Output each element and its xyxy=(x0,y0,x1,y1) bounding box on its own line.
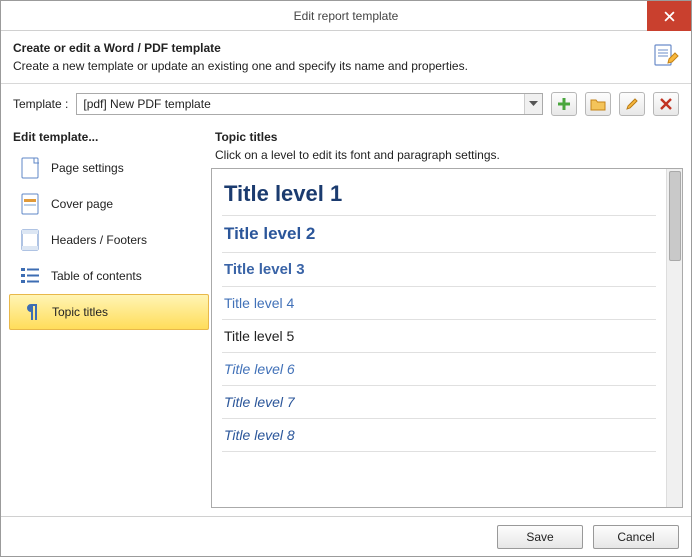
sidebar-item-label: Page settings xyxy=(51,161,124,175)
sidebar: Edit template... Page settings Cover pag… xyxy=(9,130,209,508)
close-icon xyxy=(664,11,675,22)
template-combobox[interactable]: [pdf] New PDF template xyxy=(76,93,543,115)
save-button[interactable]: Save xyxy=(497,525,583,549)
template-row: Template : [pdf] New PDF template xyxy=(1,84,691,130)
cover-page-icon xyxy=(19,193,41,215)
toc-icon xyxy=(19,266,41,286)
edit-template-icon xyxy=(651,41,679,69)
title-level-5[interactable]: Title level 5 xyxy=(222,320,656,353)
sidebar-item-label: Headers / Footers xyxy=(51,233,147,247)
dialog-footer: Save Cancel xyxy=(1,516,691,556)
headers-footers-icon xyxy=(19,229,41,251)
title-level-3[interactable]: Title level 3 xyxy=(222,253,656,287)
sidebar-item-page-settings[interactable]: Page settings xyxy=(9,150,209,186)
cancel-button[interactable]: Cancel xyxy=(593,525,679,549)
template-combobox-value: [pdf] New PDF template xyxy=(77,97,524,111)
right-panel-title: Topic titles xyxy=(211,130,683,148)
close-button[interactable] xyxy=(647,1,691,31)
title-level-2[interactable]: Title level 2 xyxy=(222,216,656,253)
title-levels-box: Title level 1 Title level 2 Title level … xyxy=(211,168,683,508)
folder-icon xyxy=(590,97,606,111)
right-panel-hint: Click on a level to edit its font and pa… xyxy=(211,148,683,168)
scrollbar[interactable] xyxy=(666,169,682,507)
title-level-7[interactable]: Title level 7 xyxy=(222,386,656,419)
sidebar-item-headers-footers[interactable]: Headers / Footers xyxy=(9,222,209,258)
open-template-button[interactable] xyxy=(585,92,611,116)
header-description: Create or edit a Word / PDF template Cre… xyxy=(1,31,691,84)
sidebar-item-label: Topic titles xyxy=(52,305,108,319)
delete-icon xyxy=(660,98,672,110)
header-subtitle: Create a new template or update an exist… xyxy=(13,59,679,73)
titlebar: Edit report template xyxy=(1,1,691,31)
plus-icon xyxy=(557,97,571,111)
title-level-4[interactable]: Title level 4 xyxy=(222,287,656,320)
title-level-1[interactable]: Title level 1 xyxy=(222,173,656,216)
pilcrow-icon xyxy=(20,302,42,322)
dialog-window: Edit report template Create or edit a Wo… xyxy=(0,0,692,557)
sidebar-title: Edit template... xyxy=(9,130,209,150)
pencil-icon xyxy=(625,97,639,111)
rename-template-button[interactable] xyxy=(619,92,645,116)
main-split: Edit template... Page settings Cover pag… xyxy=(1,130,691,516)
sidebar-item-table-of-contents[interactable]: Table of contents xyxy=(9,258,209,294)
sidebar-item-cover-page[interactable]: Cover page xyxy=(9,186,209,222)
chevron-down-icon xyxy=(524,94,542,114)
sidebar-item-label: Cover page xyxy=(51,197,113,211)
header-title: Create or edit a Word / PDF template xyxy=(13,41,679,55)
title-level-8[interactable]: Title level 8 xyxy=(222,419,656,452)
page-icon xyxy=(19,157,41,179)
titlebar-text: Edit report template xyxy=(294,9,399,23)
sidebar-item-label: Table of contents xyxy=(51,269,142,283)
title-level-6[interactable]: Title level 6 xyxy=(222,353,656,386)
template-label: Template : xyxy=(13,97,68,111)
sidebar-item-topic-titles[interactable]: Topic titles xyxy=(9,294,209,330)
new-template-button[interactable] xyxy=(551,92,577,116)
delete-template-button[interactable] xyxy=(653,92,679,116)
scrollbar-thumb[interactable] xyxy=(669,171,681,261)
title-levels-list: Title level 1 Title level 2 Title level … xyxy=(212,169,666,507)
right-panel: Topic titles Click on a level to edit it… xyxy=(211,130,683,508)
